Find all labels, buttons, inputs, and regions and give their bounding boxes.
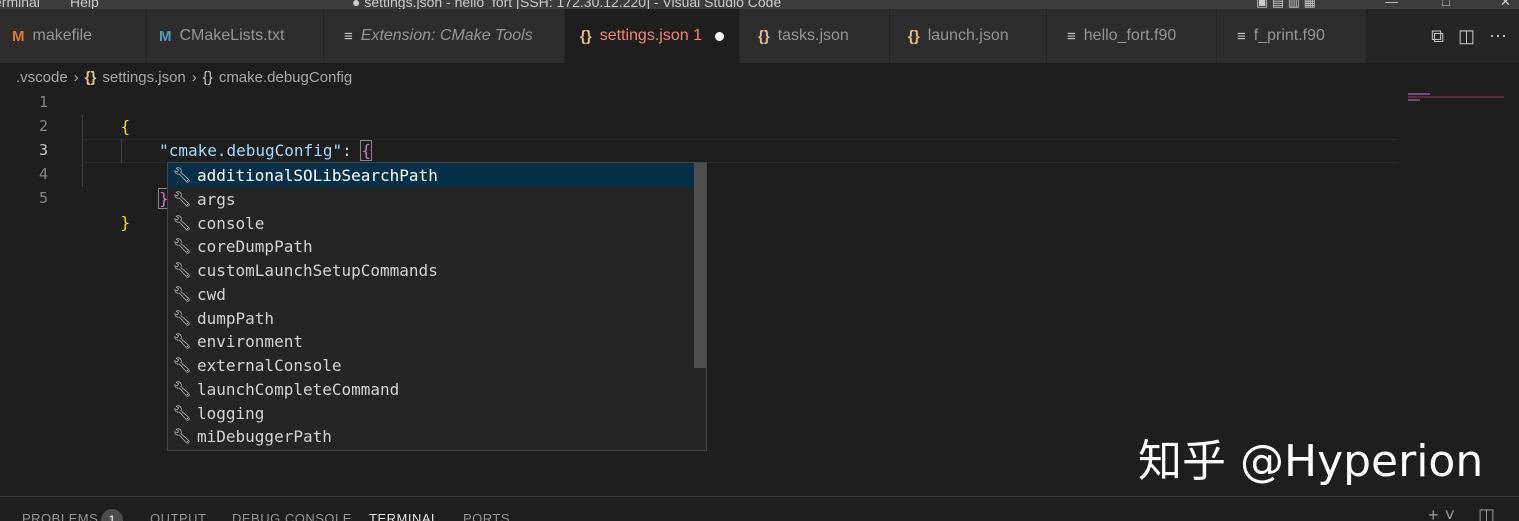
open-preview-icon[interactable]: ⧉ [1431,26,1444,47]
menu-terminal[interactable]: erminal [0,0,40,9]
wrench-icon: 🔧︎ [172,309,192,327]
wrench-icon: 🔧︎ [172,190,192,208]
tab-label: tasks.json [777,27,849,44]
tab-settings-json[interactable]: {} settings.json 1 [565,9,740,63]
suggestion-item[interactable]: 🔧︎ logging [168,401,694,425]
code-line-3: "" [82,139,219,185]
wrench-icon: 🔧︎ [172,261,192,279]
split-editor-icon[interactable]: ◫ [1458,26,1475,47]
tab-extension-cmake-tools[interactable]: ≡ Extension: CMake Tools [324,9,565,63]
json-icon: {} [908,27,920,45]
document-icon: ≡ [1237,27,1246,45]
line-number: 2 [38,117,48,135]
suggestion-scrollbar[interactable] [694,163,706,368]
tab-label: hello_fort.f90 [1083,27,1177,44]
window-title: ● settings.json - hello_fort [SSH: 172.3… [352,0,782,9]
suggestion-item[interactable]: 🔧︎ coreDumpPath [168,234,694,258]
editor-tab-bar: M makefile M CMakeLists.txt ≡ Extension:… [0,9,1519,63]
tab-label: launch.json [927,27,1009,44]
json-icon: {} [580,27,592,45]
suggestion-item[interactable]: 🔧︎ args [168,187,694,211]
chevron-right-icon: › [191,68,197,86]
suggestion-item[interactable]: 🔧︎ cwd [168,282,694,306]
document-icon: ≡ [344,27,353,45]
wrench-icon: 🔧︎ [172,285,192,303]
object-icon: {} [202,68,213,86]
tab-tasks-json[interactable]: {} tasks.json [740,9,890,63]
breadcrumb-folder[interactable]: .vscode [16,69,68,86]
json-icon: {} [758,27,770,45]
tab-label: makefile [32,27,93,44]
tab-hello-fort[interactable]: ≡ hello_fort.f90 [1047,9,1217,63]
panel-tab-bar: PROBLEMS 1 OUTPUT DEBUG CONSOLE TERMINAL… [0,496,1519,521]
minimize-icon[interactable]: — [1385,0,1398,9]
wrench-icon: 🔧︎ [172,237,192,255]
suggestion-item[interactable]: 🔧︎ console [168,211,694,235]
wrench-icon: 🔧︎ [172,356,192,374]
tab-label: settings.json 1 [599,27,702,44]
suggestion-item[interactable]: 🔧︎ miDebuggerPath [168,424,694,448]
new-terminal-icon[interactable]: + ˅ [1428,505,1456,521]
tab-label: CMakeLists.txt [179,27,285,44]
tab-cmakelists[interactable]: M CMakeLists.txt [147,9,324,63]
tab-label: Extension: CMake Tools [360,27,533,44]
tab-f-print[interactable]: ≡ f_print.f90 [1217,9,1367,63]
document-icon: ≡ [1067,27,1076,45]
title-bar: erminal Help ● settings.json - hello_for… [0,0,1519,9]
code-line-1: { [120,117,131,136]
suggestion-item[interactable]: 🔧︎ launchCompleteCommand [168,377,694,401]
layout-toggle-icon[interactable]: ▣ ▤ ▥ ▦ [1256,0,1316,9]
line-number: 1 [38,93,48,111]
wrench-icon: 🔧︎ [172,404,192,422]
unsaved-dot-icon[interactable] [714,31,724,41]
wrench-icon: 🔧︎ [172,332,192,350]
code-line-2: "cmake.debugConfig": { [159,140,372,161]
close-window-icon[interactable]: ✕ [1500,0,1511,9]
suggestion-item[interactable]: 🔧︎ environment [168,329,694,353]
breadcrumb: .vscode › {} settings.json › {} cmake.de… [0,63,1519,91]
wrench-icon: 🔧︎ [172,380,192,398]
breadcrumb-file[interactable]: settings.json [102,69,185,86]
suggestion-item[interactable]: 🔧︎ externalConsole [168,353,694,377]
line-number: 5 [38,189,48,207]
suggestion-item[interactable]: 🔧︎ dumpPath [168,306,694,330]
line-number: 3 [38,141,48,159]
code-line-5: } [120,213,131,232]
wrench-icon: 🔧︎ [172,214,192,232]
json-icon: {} [84,68,97,86]
wrench-icon: 🔧︎ [172,166,192,184]
problems-count-badge: 1 [101,509,123,521]
chevron-right-icon: › [73,68,79,86]
more-actions-icon[interactable]: ⋯ [1489,26,1507,47]
wrench-icon: 🔧︎ [172,427,192,445]
split-terminal-icon[interactable]: ◫ [1478,505,1496,521]
suggestion-item[interactable]: 🔧︎ customLaunchSetupCommands [168,258,694,282]
tab-makefile[interactable]: M makefile [0,9,147,63]
line-number: 4 [38,165,48,183]
editor-actions: ⧉ ◫ ⋯ [1431,9,1519,63]
cmake-icon: M [159,27,172,45]
suggestion-item[interactable]: 🔧︎ additionalSOLibSearchPath [168,163,694,187]
tab-label: f_print.f90 [1253,27,1325,44]
autocomplete-suggestions[interactable]: 🔧︎ additionalSOLibSearchPath 🔧︎ args 🔧︎ con… [167,162,707,451]
tab-launch-json[interactable]: {} launch.json [890,9,1047,63]
breadcrumb-symbol[interactable]: cmake.debugConfig [219,69,352,86]
makefile-icon: M [12,27,25,45]
menu-help[interactable]: Help [70,0,99,9]
watermark: 知乎 @Hyperion [1138,436,1484,487]
code-line-4: } [158,188,170,209]
maximize-icon[interactable]: □ [1442,0,1450,9]
